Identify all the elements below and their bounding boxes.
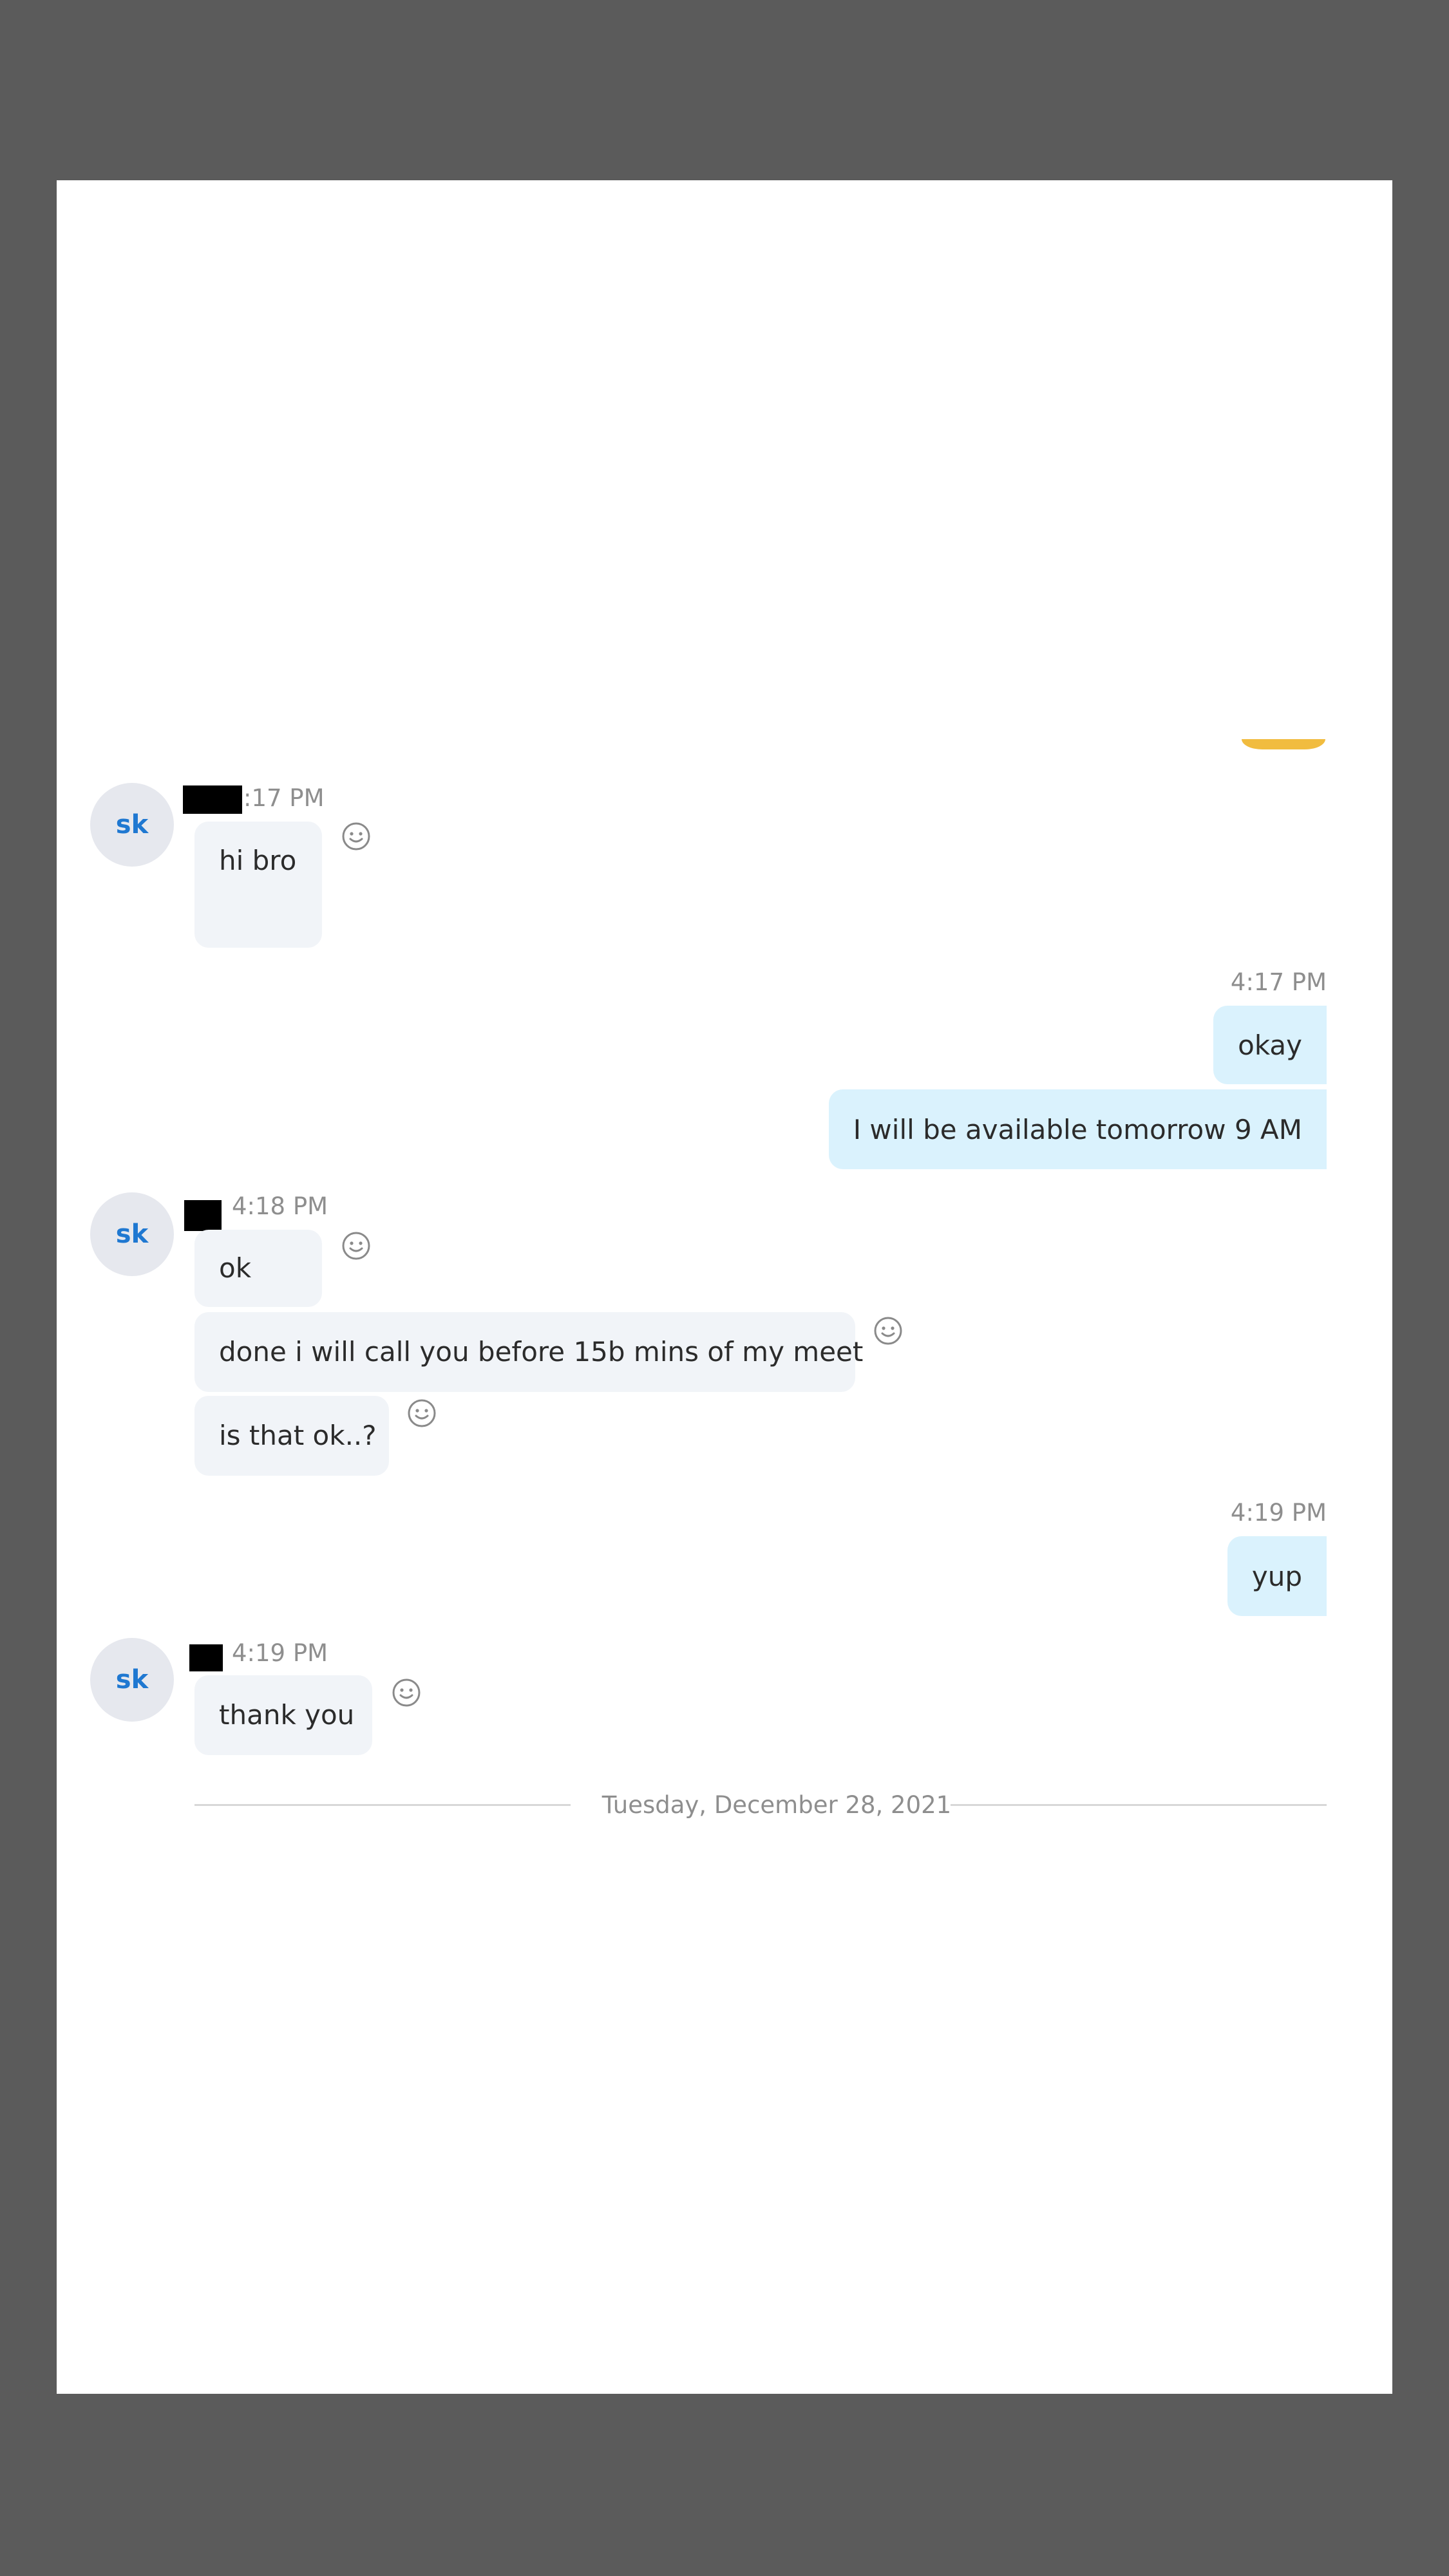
- message-text: okay: [1238, 1029, 1302, 1061]
- avatar[interactable]: sk: [90, 1192, 174, 1276]
- message-timestamp: :17 PM: [243, 784, 325, 812]
- message-bubble[interactable]: done i will call you before 15b mins of …: [194, 1312, 863, 1392]
- message-timestamp: 4:18 PM: [232, 1192, 328, 1220]
- message-bubble[interactable]: is that ok..?: [194, 1396, 389, 1476]
- message-text: done i will call you before 15b mins of …: [219, 1336, 864, 1368]
- avatar-initials: sk: [115, 1219, 149, 1249]
- redacted-name: [183, 785, 242, 814]
- message-bubble[interactable]: yup: [1227, 1536, 1327, 1616]
- message-timestamp: 4:19 PM: [232, 1639, 328, 1667]
- date-divider-line: [194, 1804, 571, 1806]
- redacted-name: [184, 1200, 222, 1231]
- date-separator: Tuesday, December 28, 2021: [601, 1791, 952, 1819]
- message-text: is that ok..?: [219, 1420, 377, 1451]
- message-timestamp: 4:19 PM: [1230, 1499, 1327, 1527]
- message-text: ok: [219, 1252, 252, 1284]
- message-text: thank you: [219, 1699, 355, 1731]
- add-reaction-icon[interactable]: [872, 1315, 904, 1347]
- add-reaction-icon[interactable]: [390, 1677, 422, 1709]
- avatar[interactable]: sk: [90, 783, 174, 867]
- message-bubble[interactable]: thank you: [194, 1675, 372, 1755]
- date-divider-line: [951, 1804, 1327, 1806]
- chat-panel: sk :17 PM hi bro 4:17 PM okay I will be …: [57, 180, 1392, 2394]
- emoji-sticker-partial: [1242, 739, 1325, 749]
- message-bubble[interactable]: hi bro: [194, 822, 322, 948]
- message-text: I will be available tomorrow 9 AM: [853, 1113, 1302, 1145]
- add-reaction-icon[interactable]: [340, 1230, 372, 1262]
- avatar-initials: sk: [115, 810, 149, 840]
- message-text: yup: [1251, 1560, 1302, 1592]
- message-timestamp: 4:17 PM: [1230, 968, 1327, 996]
- add-reaction-icon[interactable]: [406, 1397, 438, 1429]
- message-bubble[interactable]: I will be available tomorrow 9 AM: [828, 1089, 1327, 1169]
- message-text: hi bro: [219, 845, 297, 876]
- avatar[interactable]: sk: [90, 1638, 174, 1722]
- add-reaction-icon[interactable]: [340, 820, 372, 852]
- message-bubble[interactable]: ok: [194, 1230, 322, 1307]
- redacted-name: [189, 1644, 223, 1671]
- avatar-initials: sk: [115, 1665, 149, 1695]
- message-bubble[interactable]: okay: [1213, 1006, 1327, 1084]
